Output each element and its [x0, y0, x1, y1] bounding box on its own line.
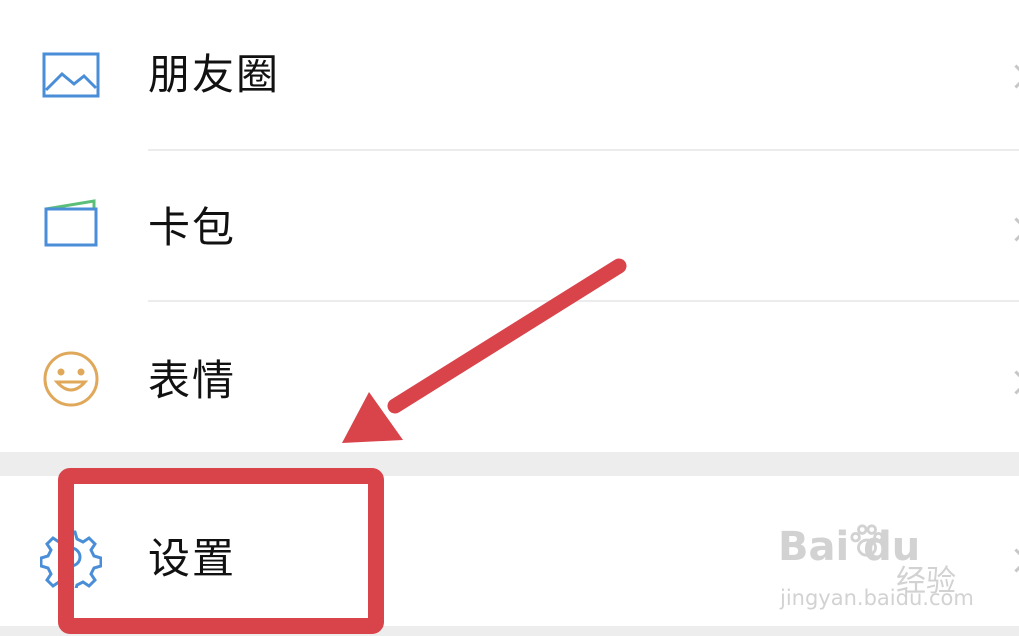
arrow-icon — [342, 258, 627, 443]
highlight-box — [58, 468, 384, 634]
annotation-overlay — [58, 258, 627, 634]
